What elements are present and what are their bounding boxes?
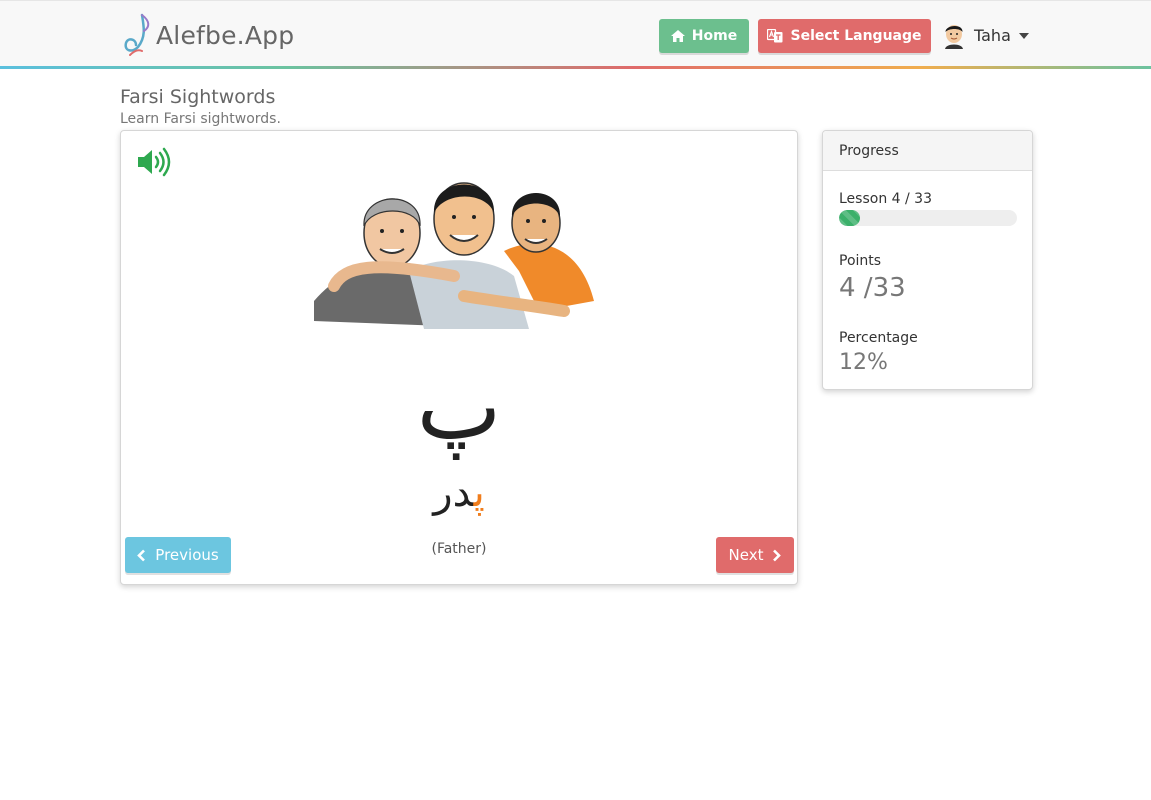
navbar: Alefbe.App Home Select Language Taha [0, 0, 1151, 68]
select-language-button[interactable]: Select Language [758, 19, 931, 53]
home-button-label: Home [691, 28, 738, 44]
next-button[interactable]: Next [716, 537, 794, 573]
logo-icon [124, 13, 150, 56]
page-subtitle: Learn Farsi sightwords. [120, 111, 281, 127]
points-value: 4 /33 [839, 273, 906, 303]
progress-panel: Progress Lesson 4 / 33 Points 4 /33 Perc… [822, 130, 1033, 390]
brand-logo[interactable]: Alefbe.App [120, 11, 294, 59]
chevron-right-icon [772, 549, 782, 562]
farsi-letter: پ [416, 355, 502, 460]
home-button[interactable]: Home [659, 19, 749, 53]
percentage-value: 12% [839, 350, 888, 375]
user-menu[interactable]: Taha [942, 21, 1029, 49]
points-label: Points [839, 253, 882, 269]
word-rest: در [433, 470, 474, 516]
chevron-left-icon [137, 549, 146, 562]
lesson-card: پ پدر (Father) Previous Next [120, 130, 798, 585]
next-label: Next [728, 546, 764, 564]
lesson-progress-bar [839, 210, 1017, 226]
speaker-icon[interactable] [136, 147, 172, 177]
lesson-progress-fill [839, 210, 861, 226]
brand-name: Alefbe.App [156, 20, 295, 50]
home-icon [670, 30, 685, 42]
percentage-label: Percentage [839, 330, 918, 346]
user-name: Taha [974, 25, 1011, 45]
page-title: Farsi Sightwords [120, 86, 276, 108]
family-illustration [314, 182, 594, 329]
previous-button[interactable]: Previous [125, 537, 231, 573]
chevron-down-icon [1018, 33, 1029, 39]
avatar [945, 25, 963, 49]
select-language-label: Select Language [790, 28, 922, 44]
progress-title: Progress [823, 131, 1032, 171]
word-highlighted-letter: پ [473, 470, 485, 516]
navbar-divider [0, 66, 1151, 69]
farsi-word: پدر [121, 469, 797, 517]
previous-label: Previous [155, 546, 219, 564]
lesson-counter: Lesson 4 / 33 [839, 191, 932, 207]
translate-icon [767, 29, 783, 43]
